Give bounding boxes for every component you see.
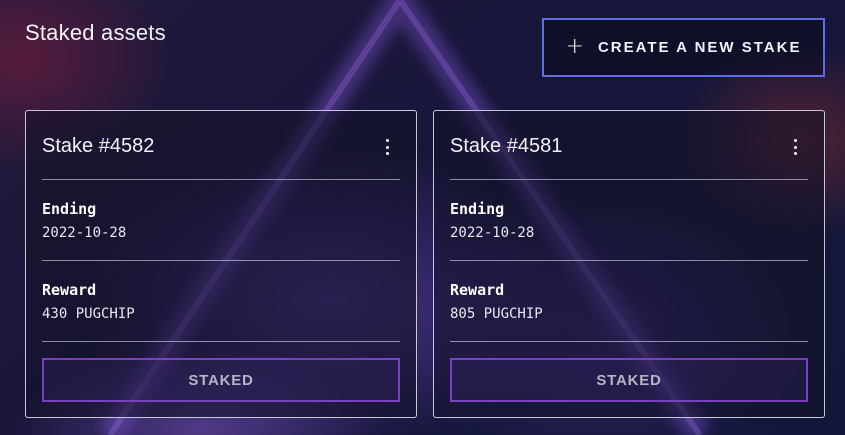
more-vertical-icon[interactable] <box>788 138 802 156</box>
create-new-stake-label: CREATE A NEW STAKE <box>597 39 802 56</box>
reward-value: 805 PUGCHIP <box>450 306 543 322</box>
ending-label: Ending <box>450 200 505 218</box>
reward-label: Reward <box>450 281 505 299</box>
staked-button[interactable]: STAKED <box>42 358 400 402</box>
divider <box>450 260 808 261</box>
divider <box>42 341 400 342</box>
page-title: Staked assets <box>25 20 166 45</box>
reward-label: Reward <box>42 281 97 299</box>
ending-label: Ending <box>42 200 97 218</box>
divider <box>42 179 400 180</box>
staked-button[interactable]: STAKED <box>450 358 808 402</box>
divider <box>450 341 808 342</box>
divider <box>42 260 400 261</box>
divider <box>450 179 808 180</box>
ending-value: 2022-10-28 <box>42 225 127 241</box>
stake-card: Stake #4581 Ending 2022-10-28 Reward 805… <box>433 110 825 418</box>
stake-title: Stake #4582 <box>42 135 155 157</box>
more-vertical-icon[interactable] <box>380 138 394 156</box>
stake-card: Stake #4582 Ending 2022-10-28 Reward 430… <box>25 110 417 418</box>
stake-title: Stake #4581 <box>450 135 563 157</box>
ending-value: 2022-10-28 <box>450 225 535 241</box>
create-new-stake-button[interactable]: + CREATE A NEW STAKE <box>542 18 825 77</box>
reward-value: 430 PUGCHIP <box>42 306 135 322</box>
plus-icon: + <box>565 33 584 59</box>
